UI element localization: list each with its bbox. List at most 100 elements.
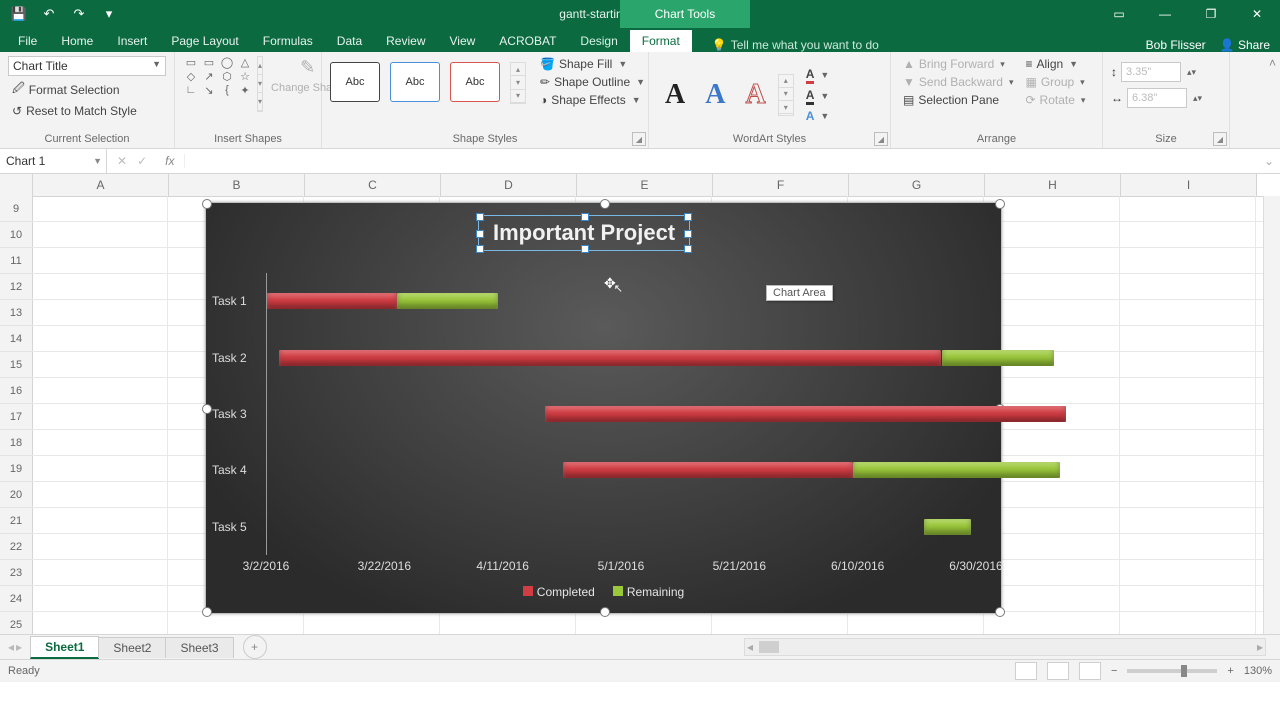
row-header[interactable]: 22 (0, 534, 32, 560)
column-header[interactable]: E (577, 174, 713, 196)
row-header[interactable]: 9 (0, 196, 32, 222)
spinner-icon[interactable]: ▴▾ (1193, 93, 1202, 104)
row-header[interactable]: 23 (0, 560, 32, 586)
text-outline-button[interactable]: A▼ (802, 87, 834, 106)
legend-item-completed[interactable]: Completed (523, 585, 595, 599)
signed-in-user[interactable]: Bob Flisser (1146, 38, 1206, 52)
select-all-corner[interactable] (0, 174, 33, 196)
zoom-out-button[interactable]: − (1111, 665, 1117, 677)
shape-fill-button[interactable]: 🪣Shape Fill▼ (536, 56, 649, 72)
tab-page-layout[interactable]: Page Layout (159, 30, 250, 52)
row-header[interactable]: 17 (0, 404, 32, 430)
tab-review[interactable]: Review (374, 30, 437, 52)
sheet-tab[interactable]: Sheet3 (165, 637, 233, 658)
wordart-preset-1[interactable]: A (657, 79, 693, 111)
shape-height-input[interactable]: 3.35" (1121, 62, 1181, 82)
text-fill-button[interactable]: A▼ (802, 66, 834, 85)
column-header[interactable]: H (985, 174, 1121, 196)
shape-style-preset-3[interactable]: Abc (450, 62, 500, 102)
legend-item-remaining[interactable]: Remaining (613, 585, 684, 599)
expand-formula-bar[interactable]: ⌄ (1258, 154, 1280, 168)
enter-formula-button[interactable]: ✓ (137, 154, 147, 168)
chart-plot-area[interactable] (266, 273, 977, 555)
new-sheet-button[interactable]: + (243, 635, 267, 659)
row-header[interactable]: 18 (0, 430, 32, 456)
tab-format[interactable]: Format (630, 30, 692, 52)
shape-style-preset-1[interactable]: Abc (330, 62, 380, 102)
row-header[interactable]: 21 (0, 508, 32, 534)
wordart-dialog-launcher[interactable]: ◢ (874, 132, 888, 146)
selection-pane-button[interactable]: ▤Selection Pane (899, 92, 1017, 108)
size-dialog-launcher[interactable]: ◢ (1213, 132, 1227, 146)
wordart-more[interactable]: ▴▾▾ (778, 74, 794, 116)
normal-view-button[interactable] (1015, 662, 1037, 680)
cancel-formula-button[interactable]: ✕ (117, 154, 127, 168)
shape-width-input[interactable]: 6.38" (1127, 88, 1187, 108)
reset-to-match-style-button[interactable]: ↺Reset to Match Style (8, 103, 166, 119)
row-header[interactable]: 16 (0, 378, 32, 404)
chart-legend[interactable]: Completed Remaining (206, 585, 1001, 599)
tab-insert[interactable]: Insert (105, 30, 159, 52)
tab-design[interactable]: Design (568, 30, 629, 52)
shapes-gallery[interactable]: ▭▭◯△ ◇↗⬡☆ ∟↘{✦ (183, 56, 253, 97)
horizontal-scrollbar[interactable]: ◂▸ (744, 638, 1266, 656)
row-header[interactable]: 20 (0, 482, 32, 508)
row-header[interactable]: 14 (0, 326, 32, 352)
shape-effects-button[interactable]: ◑Shape Effects▼ (536, 92, 649, 108)
zoom-level[interactable]: 130% (1244, 665, 1272, 677)
column-header[interactable]: F (713, 174, 849, 196)
shape-styles-more[interactable]: ▴▾▾ (510, 62, 526, 104)
tab-acrobat[interactable]: ACROBAT (487, 30, 568, 52)
column-header[interactable]: B (169, 174, 305, 196)
shapes-gallery-more[interactable]: ▴▾▾ (257, 56, 263, 112)
page-layout-view-button[interactable] (1047, 662, 1069, 680)
bar-completed[interactable] (545, 406, 1066, 422)
page-break-view-button[interactable] (1079, 662, 1101, 680)
insert-function-button[interactable]: fx (157, 154, 174, 168)
tab-data[interactable]: Data (325, 30, 374, 52)
tab-formulas[interactable]: Formulas (251, 30, 325, 52)
ribbon-display-options[interactable]: ▭ (1096, 0, 1142, 28)
row-header[interactable]: 25 (0, 612, 32, 634)
minimize-button[interactable]: — (1142, 0, 1188, 28)
selection-handle[interactable] (600, 199, 610, 209)
selection-handle[interactable] (995, 199, 1005, 209)
column-header[interactable]: I (1121, 174, 1257, 196)
column-header[interactable]: D (441, 174, 577, 196)
zoom-in-button[interactable]: + (1227, 665, 1233, 677)
bar-remaining[interactable] (853, 462, 1060, 478)
row-header[interactable]: 15 (0, 352, 32, 378)
chart-object[interactable]: Important Project ✥↖ Chart Area Complete… (205, 202, 1002, 614)
sheet-tab[interactable]: Sheet2 (98, 637, 166, 658)
row-header[interactable]: 13 (0, 300, 32, 326)
close-button[interactable]: ✕ (1234, 0, 1280, 28)
row-header[interactable]: 11 (0, 248, 32, 274)
redo-button[interactable]: ↷ (66, 3, 92, 25)
column-header[interactable]: G (849, 174, 985, 196)
bar-completed[interactable] (563, 462, 853, 478)
selection-handle[interactable] (600, 607, 610, 617)
chart-element-dropdown[interactable]: Chart Title▼ (8, 56, 166, 76)
row-header[interactable]: 24 (0, 586, 32, 612)
customize-qat[interactable]: ▾ (96, 3, 122, 25)
column-header[interactable]: A (33, 174, 169, 196)
shape-styles-dialog-launcher[interactable]: ◢ (632, 132, 646, 146)
name-box[interactable]: Chart 1▼ (0, 149, 107, 173)
bar-remaining[interactable] (942, 350, 1054, 366)
chart-title-selected[interactable]: Important Project (478, 215, 690, 251)
undo-button[interactable]: ↶ (36, 3, 62, 25)
column-header[interactable]: C (305, 174, 441, 196)
tab-home[interactable]: Home (49, 30, 105, 52)
collapse-ribbon-button[interactable]: ˄ (1269, 56, 1276, 70)
save-button[interactable]: 💾 (6, 3, 32, 25)
bar-completed[interactable] (279, 350, 942, 366)
shape-style-preset-2[interactable]: Abc (390, 62, 440, 102)
text-effects-button[interactable]: A▼ (802, 108, 834, 124)
tab-file[interactable]: File (6, 30, 49, 52)
selection-handle[interactable] (202, 607, 212, 617)
selection-handle[interactable] (202, 404, 212, 414)
format-selection-button[interactable]: 🖉Format Selection (8, 78, 166, 101)
sheet-nav-buttons[interactable]: ◂▸ (0, 640, 30, 654)
zoom-slider[interactable] (1127, 669, 1217, 673)
selection-handle[interactable] (202, 199, 212, 209)
